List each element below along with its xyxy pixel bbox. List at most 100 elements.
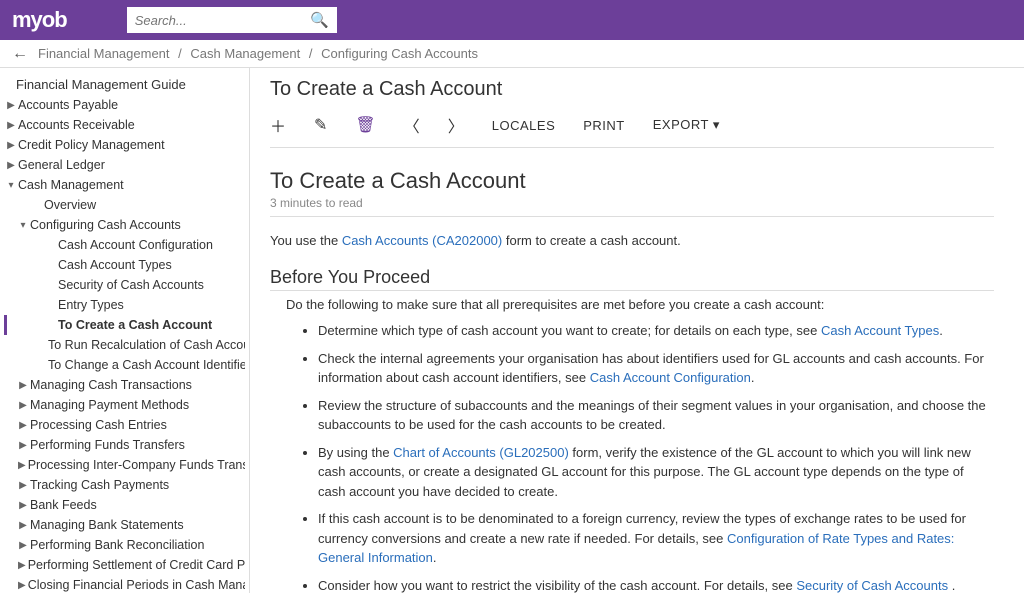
bullet-3: Review the structure of subaccounts and … bbox=[318, 396, 994, 435]
content-area: To Create a Cash Account ＋ ✎ 🗑 〈 〉 LOCAL… bbox=[250, 68, 1024, 593]
sidebar-item-label: To Create a Cash Account bbox=[58, 318, 212, 332]
sidebar-item-label: Security of Cash Accounts bbox=[58, 278, 204, 292]
sidebar-item-4[interactable]: ▾Cash Management bbox=[4, 175, 245, 195]
sidebar-title: Financial Management Guide bbox=[4, 74, 245, 95]
chevron-icon: ▶ bbox=[18, 380, 28, 391]
sidebar-item-12[interactable]: To Run Recalculation of Cash Account ... bbox=[4, 335, 245, 355]
bullet-1: Determine which type of cash account you… bbox=[318, 321, 994, 341]
sidebar-item-label: Accounts Receivable bbox=[18, 118, 135, 132]
sidebar-item-label: Overview bbox=[44, 198, 96, 212]
chevron-icon: ▾ bbox=[18, 220, 28, 231]
back-arrow-icon[interactable]: ← bbox=[12, 45, 28, 63]
chevron-icon: ▶ bbox=[18, 480, 28, 491]
link-security-cash-accounts[interactable]: Security of Cash Accounts bbox=[796, 578, 948, 593]
sidebar-item-18[interactable]: ▶Processing Inter-Company Funds Transfer… bbox=[4, 455, 245, 475]
chevron-icon: ▶ bbox=[18, 440, 28, 451]
search-icon[interactable]: 🔍 bbox=[310, 11, 329, 29]
sidebar-item-label: Performing Bank Reconciliation bbox=[30, 538, 204, 552]
read-time: 3 minutes to read bbox=[270, 196, 994, 217]
breadcrumb-a[interactable]: Financial Management bbox=[38, 46, 170, 61]
chevron-icon: ▶ bbox=[18, 500, 28, 511]
sidebar-item-24[interactable]: ▶Closing Financial Periods in Cash Manag… bbox=[4, 575, 245, 593]
sidebar-item-14[interactable]: ▶Managing Cash Transactions bbox=[4, 375, 245, 395]
sidebar-item-label: Processing Inter-Company Funds Transfers bbox=[28, 458, 245, 472]
sidebar-item-10[interactable]: Entry Types bbox=[4, 295, 245, 315]
sidebar-item-label: Bank Feeds bbox=[30, 498, 97, 512]
sidebar-item-7[interactable]: Cash Account Configuration bbox=[4, 235, 245, 255]
search-container[interactable]: 🔍 bbox=[127, 7, 337, 33]
heading-before-you-proceed: Before You Proceed bbox=[270, 267, 994, 291]
breadcrumb: Financial Management / Cash Management /… bbox=[38, 46, 478, 61]
bullet-5: If this cash account is to be denominate… bbox=[318, 509, 994, 568]
chevron-icon: ▶ bbox=[6, 140, 16, 151]
export-button[interactable]: EXPORT ▾ bbox=[653, 117, 720, 133]
chevron-icon: ▶ bbox=[6, 100, 16, 111]
page-title: To Create a Cash Account bbox=[270, 78, 994, 101]
add-icon[interactable]: ＋ bbox=[270, 113, 286, 137]
sidebar-item-label: Cash Account Types bbox=[58, 258, 172, 272]
search-input[interactable] bbox=[135, 13, 310, 28]
link-cash-account-configuration[interactable]: Cash Account Configuration bbox=[590, 370, 751, 385]
sidebar-item-8[interactable]: Cash Account Types bbox=[4, 255, 245, 275]
next-icon[interactable]: 〉 bbox=[448, 113, 464, 137]
sidebar-item-label: Entry Types bbox=[58, 298, 124, 312]
locales-button[interactable]: LOCALES bbox=[492, 118, 555, 133]
sidebar-item-0[interactable]: ▶Accounts Payable bbox=[4, 95, 245, 115]
sidebar-item-label: Processing Cash Entries bbox=[30, 418, 167, 432]
chevron-icon: ▶ bbox=[18, 540, 28, 551]
heading-1: To Create a Cash Account bbox=[270, 168, 994, 194]
chevron-icon: ▶ bbox=[18, 460, 26, 471]
link-cash-account-types[interactable]: Cash Account Types bbox=[821, 323, 939, 338]
sidebar-item-22[interactable]: ▶Performing Bank Reconciliation bbox=[4, 535, 245, 555]
chevron-icon: ▶ bbox=[18, 580, 26, 591]
bullet-4: By using the Chart of Accounts (GL202500… bbox=[318, 443, 994, 502]
sidebar-item-19[interactable]: ▶Tracking Cash Payments bbox=[4, 475, 245, 495]
intro-paragraph: You use the Cash Accounts (CA202000) for… bbox=[270, 231, 994, 251]
link-cash-accounts[interactable]: Cash Accounts bbox=[342, 233, 429, 248]
chevron-icon: ▶ bbox=[18, 560, 26, 571]
sidebar-item-17[interactable]: ▶Performing Funds Transfers bbox=[4, 435, 245, 455]
sidebar-item-label: To Run Recalculation of Cash Account ... bbox=[48, 338, 245, 352]
breadcrumb-c[interactable]: Configuring Cash Accounts bbox=[321, 46, 478, 61]
print-button[interactable]: PRINT bbox=[583, 118, 625, 133]
sidebar-item-label: Performing Funds Transfers bbox=[30, 438, 185, 452]
sidebar-item-15[interactable]: ▶Managing Payment Methods bbox=[4, 395, 245, 415]
sidebar-item-label: Accounts Payable bbox=[18, 98, 118, 112]
logo: myob bbox=[12, 7, 67, 33]
sidebar-item-label: Configuring Cash Accounts bbox=[30, 218, 181, 232]
sidebar-item-11[interactable]: To Create a Cash Account bbox=[4, 315, 245, 335]
delete-icon[interactable]: 🗑 bbox=[355, 115, 375, 135]
sidebar-item-label: Credit Policy Management bbox=[18, 138, 165, 152]
sidebar: Financial Management Guide ▶Accounts Pay… bbox=[0, 68, 250, 593]
edit-icon[interactable]: ✎ bbox=[314, 115, 327, 135]
sidebar-item-21[interactable]: ▶Managing Bank Statements bbox=[4, 515, 245, 535]
prev-icon[interactable]: 〈 bbox=[404, 113, 420, 137]
link-chart-of-accounts[interactable]: Chart of Accounts bbox=[393, 445, 496, 460]
sidebar-item-1[interactable]: ▶Accounts Receivable bbox=[4, 115, 245, 135]
chevron-icon: ▶ bbox=[18, 400, 28, 411]
sidebar-item-13[interactable]: To Change a Cash Account Identifier bbox=[4, 355, 245, 375]
sidebar-item-5[interactable]: Overview bbox=[4, 195, 245, 215]
sidebar-item-6[interactable]: ▾Configuring Cash Accounts bbox=[4, 215, 245, 235]
sidebar-item-label: To Change a Cash Account Identifier bbox=[48, 358, 245, 372]
sidebar-item-label: Closing Financial Periods in Cash Manage… bbox=[28, 578, 245, 592]
sidebar-item-label: Tracking Cash Payments bbox=[30, 478, 169, 492]
chevron-icon: ▶ bbox=[18, 420, 28, 431]
sidebar-item-label: Cash Account Configuration bbox=[58, 238, 213, 252]
breadcrumb-b[interactable]: Cash Management bbox=[190, 46, 300, 61]
sidebar-item-label: General Ledger bbox=[18, 158, 105, 172]
sidebar-item-9[interactable]: Security of Cash Accounts bbox=[4, 275, 245, 295]
chevron-icon: ▶ bbox=[6, 120, 16, 131]
sidebar-item-20[interactable]: ▶Bank Feeds bbox=[4, 495, 245, 515]
chevron-icon: ▶ bbox=[6, 160, 16, 171]
sidebar-item-23[interactable]: ▶Performing Settlement of Credit Card Pa… bbox=[4, 555, 245, 575]
sidebar-item-2[interactable]: ▶Credit Policy Management bbox=[4, 135, 245, 155]
sidebar-item-16[interactable]: ▶Processing Cash Entries bbox=[4, 415, 245, 435]
chevron-icon: ▾ bbox=[6, 180, 16, 191]
sidebar-item-3[interactable]: ▶General Ledger bbox=[4, 155, 245, 175]
toolbar: ＋ ✎ 🗑 〈 〉 LOCALES PRINT EXPORT ▾ bbox=[270, 113, 994, 148]
intro2: Do the following to make sure that all p… bbox=[270, 295, 994, 315]
sidebar-item-label: Performing Settlement of Credit Card Pay… bbox=[28, 558, 245, 572]
bullet-2: Check the internal agreements your organ… bbox=[318, 349, 994, 388]
sidebar-item-label: Managing Bank Statements bbox=[30, 518, 184, 532]
